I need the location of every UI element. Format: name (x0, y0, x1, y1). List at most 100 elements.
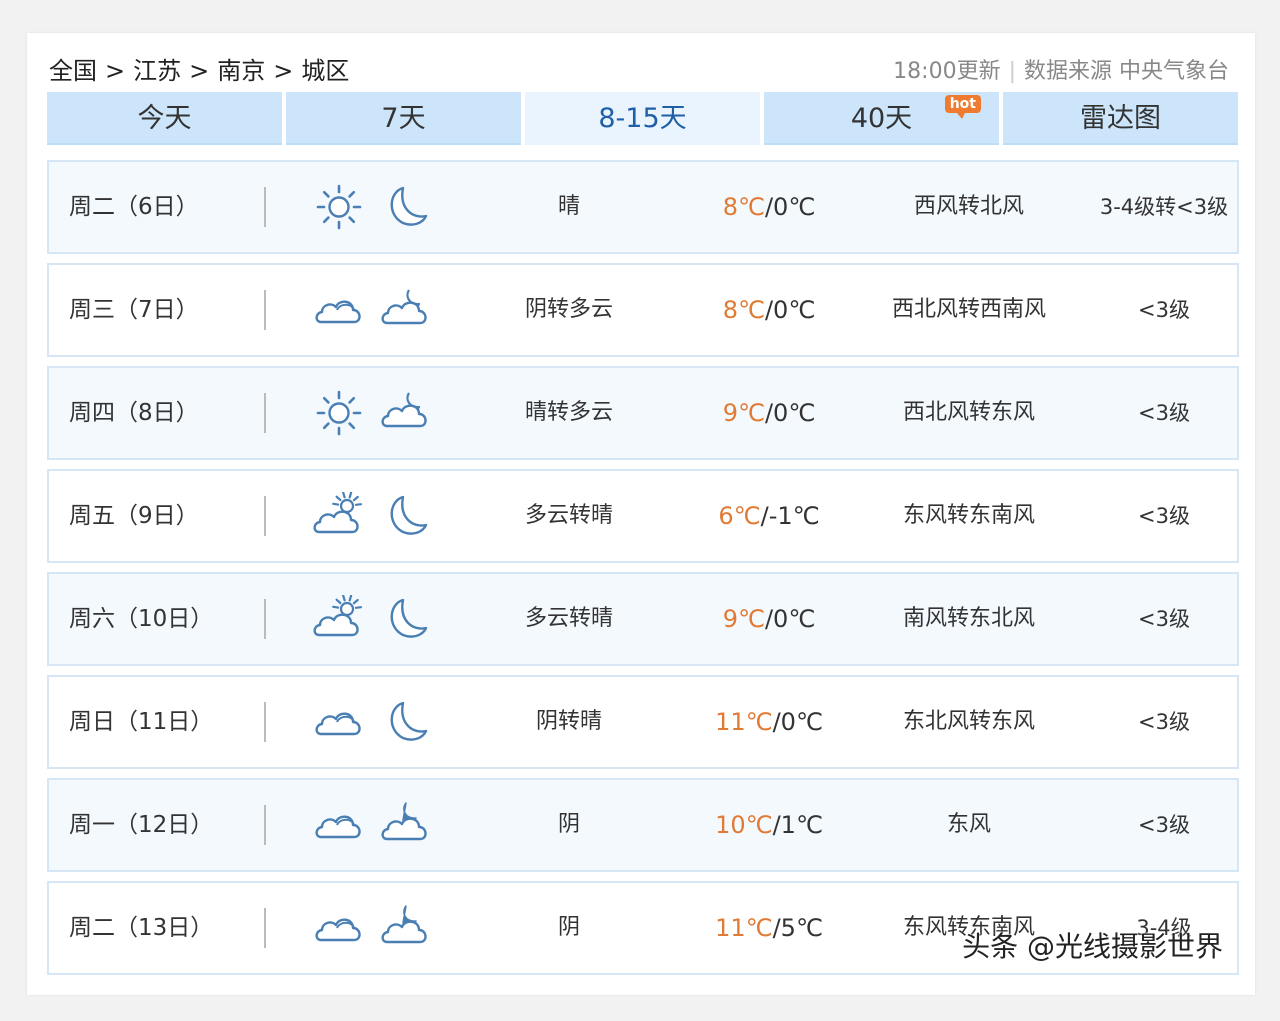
wind-direction: 东北风转东风 (902, 709, 1035, 734)
high-temperature: 11℃ (715, 708, 773, 736)
low-temperature: 1℃ (780, 811, 823, 839)
cloudy-night-icon (379, 286, 431, 334)
forecast-day: 周四（8日） (69, 400, 199, 426)
wind-level: <3级 (1138, 710, 1190, 734)
breadcrumb-national[interactable]: 全国 (49, 57, 97, 85)
partly-cloudy-icon (313, 492, 365, 540)
row-divider (264, 187, 266, 227)
temperature-range: 6℃/-1℃ (718, 502, 820, 530)
forecast-day: 周三（7日） (69, 297, 199, 323)
low-temperature: 0℃ (773, 399, 816, 427)
forecast-day: 周六（10日） (69, 606, 214, 632)
cloud-icon (313, 698, 365, 746)
cloud-icon (313, 286, 365, 334)
wind-level: 3-4级转<3级 (1099, 195, 1229, 219)
forecast-row: 周一（12日） 阴 10℃/1℃ 东风 <3级 (47, 778, 1239, 872)
sun-icon (313, 389, 365, 437)
forecast-day: 周二（6日） (69, 194, 199, 220)
low-temperature: 0℃ (780, 708, 823, 736)
moon-icon (379, 595, 431, 643)
moon-icon (379, 183, 431, 231)
wind-level: <3级 (1138, 607, 1190, 631)
wind-direction: 南风转东北风 (902, 606, 1035, 631)
high-temperature: 8℃ (722, 193, 765, 221)
low-temperature: 0℃ (773, 605, 816, 633)
data-source: 数据来源 中央气象台 (1024, 59, 1229, 84)
cloudy-night-icon (379, 389, 431, 437)
forecast-row: 周四（8日） 晴转多云 9℃/0℃ 西北风转东风 <3级 (47, 366, 1239, 460)
top-bar: 全国 > 江苏 > 南京 > 城区 18:00更新 | 数据来源 中央气象台 (49, 51, 1229, 86)
cloud-moon-icon (379, 801, 431, 849)
wind-level: <3级 (1138, 813, 1190, 837)
temperature-range: 11℃/0℃ (715, 708, 823, 736)
row-divider (264, 702, 266, 742)
weather-card: 全国 > 江苏 > 南京 > 城区 18:00更新 | 数据来源 中央气象台 今天 7天 8-1… (27, 33, 1255, 995)
high-temperature: 6℃ (718, 502, 761, 530)
temperature-range: 11℃/5℃ (715, 914, 823, 942)
forecast-row: 周三（7日） 阴转多云 8℃/0℃ 西北风转西南风 <3级 (47, 263, 1239, 357)
breadcrumb: 全国 > 江苏 > 南京 > 城区 (49, 51, 349, 86)
row-divider (264, 908, 266, 948)
high-temperature: 9℃ (722, 605, 765, 633)
hot-badge: hot (944, 95, 981, 119)
row-divider (264, 290, 266, 330)
high-temperature: 9℃ (722, 399, 765, 427)
forecast-day: 周二（13日） (69, 915, 214, 941)
high-temperature: 8℃ (722, 296, 765, 324)
weather-description: 多云转晴 (524, 606, 613, 631)
tab-radar[interactable]: 雷达图 (1003, 92, 1238, 145)
weather-description: 阴 (557, 812, 580, 837)
wind-direction: 东风转东南风 (902, 503, 1035, 528)
high-temperature: 10℃ (715, 811, 773, 839)
breadcrumb-separator: > (189, 57, 210, 85)
watermark: 头条 @光线摄影世界 (962, 930, 1223, 963)
weather-description: 阴 (557, 915, 580, 940)
meta-divider: | (1008, 59, 1016, 84)
breadcrumb-nanjing[interactable]: 南京 (217, 57, 265, 85)
forecast-day: 周一（12日） (69, 812, 214, 838)
update-info: 18:00更新 | 数据来源 中央气象台 (893, 53, 1229, 85)
update-time: 18:00更新 (893, 59, 1001, 84)
tab-40-days[interactable]: 40天 hot (764, 92, 999, 145)
high-temperature: 11℃ (715, 914, 773, 942)
forecast-row: 周六（10日） 多云转晴 9℃/0℃ 南风转东北风 <3级 (47, 572, 1239, 666)
forecast-tabs: 今天 7天 8-15天 40天 hot 雷达图 (47, 92, 1239, 145)
sun-icon (313, 183, 365, 231)
row-divider (264, 393, 266, 433)
weather-description: 晴转多云 (524, 400, 613, 425)
forecast-day: 周五（9日） (69, 503, 199, 529)
moon-icon (379, 698, 431, 746)
breadcrumb-separator: > (105, 57, 126, 85)
moon-icon (379, 492, 431, 540)
weather-description: 多云转晴 (524, 503, 613, 528)
forecast-row: 周五（9日） 多云转晴 6℃/-1℃ 东风转东南风 <3级 (47, 469, 1239, 563)
wind-level: <3级 (1138, 401, 1190, 425)
wind-level: <3级 (1138, 298, 1190, 322)
low-temperature: 0℃ (773, 193, 816, 221)
weather-description: 阴转多云 (524, 297, 613, 322)
cloud-icon (313, 904, 365, 952)
breadcrumb-jiangsu[interactable]: 江苏 (133, 57, 181, 85)
forecast-row: 周日（11日） 阴转晴 11℃/0℃ 东北风转东风 <3级 (47, 675, 1239, 769)
cloud-moon-icon (379, 904, 431, 952)
breadcrumb-urban[interactable]: 城区 (301, 57, 349, 85)
wind-direction: 西风转北风 (913, 194, 1024, 219)
low-temperature: -1℃ (768, 502, 820, 530)
tab-today[interactable]: 今天 (47, 92, 282, 145)
forecast-day: 周日（11日） (69, 709, 214, 735)
row-divider (264, 496, 266, 536)
tab-8-15-days[interactable]: 8-15天 (525, 92, 760, 145)
tab-7-days[interactable]: 7天 (286, 92, 521, 145)
row-divider (264, 599, 266, 639)
temperature-range: 9℃/0℃ (722, 399, 816, 427)
weather-description: 晴 (557, 194, 580, 219)
wind-direction: 东风 (946, 812, 991, 837)
wind-direction: 西北风转西南风 (891, 297, 1046, 322)
forecast-row: 周二（6日） 晴 8℃/0℃ 西风转北风 3-4级转<3级 (47, 160, 1239, 254)
weather-description: 阴转晴 (535, 709, 602, 734)
low-temperature: 5℃ (780, 914, 823, 942)
cloud-icon (313, 801, 365, 849)
temperature-range: 10℃/1℃ (715, 811, 823, 839)
partly-cloudy-icon (313, 595, 365, 643)
breadcrumb-separator: > (273, 57, 294, 85)
